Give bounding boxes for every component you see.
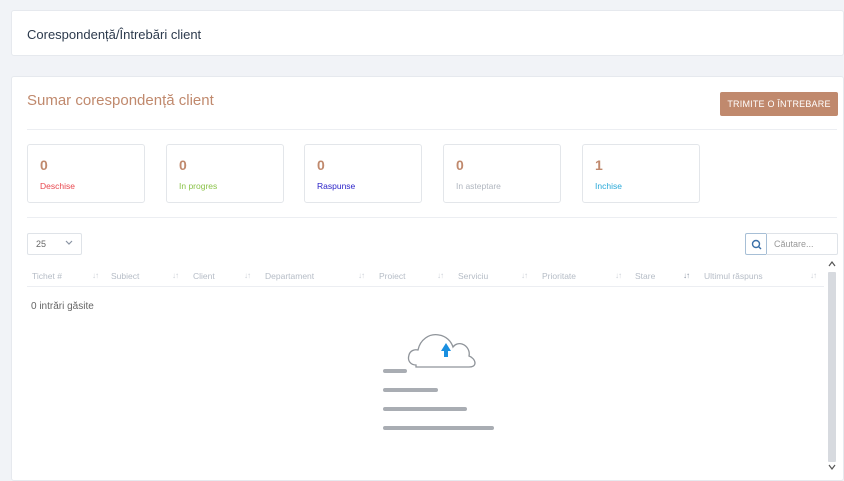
table-scrollbar[interactable] [826,260,838,475]
sort-icon[interactable]: ↓↑ [437,271,444,280]
stat-count: 0 [317,157,325,173]
summary-panel: Sumar corespondență client TRIMITE O ÎNT… [11,76,844,481]
stat-label: Inchise [595,181,622,191]
page-size-value: 25 [36,239,47,249]
page-header: Corespondență/Întrebări client [11,10,844,56]
sort-icon[interactable]: ↓↑ [358,271,365,280]
sort-icon-active[interactable]: ↓↑ [683,271,690,280]
stat-waiting[interactable]: 0 In asteptare [443,144,561,203]
column-subject[interactable]: Subiect [111,271,139,281]
sort-icon[interactable]: ↓↑ [615,271,622,280]
search-input[interactable]: Căutare... [766,233,838,255]
column-last-reply[interactable]: Ultimul răspuns [704,271,763,281]
column-client[interactable]: Client [193,271,215,281]
column-status[interactable]: Stare [635,271,655,281]
stat-label: In asteptare [456,181,501,191]
chevron-down-icon [65,238,73,248]
stat-label: In progres [179,181,218,191]
divider [27,217,837,218]
stat-open[interactable]: 0 Deschise [27,144,145,203]
stat-count: 0 [179,157,187,173]
sort-icon[interactable]: ↓↑ [810,271,817,280]
stat-label: Raspunse [317,181,356,191]
stat-in-progress[interactable]: 0 In progres [166,144,284,203]
summary-title: Sumar corespondență client [27,92,214,109]
chevron-up-icon[interactable] [826,260,838,270]
column-service[interactable]: Serviciu [458,271,488,281]
sort-icon[interactable]: ↓↑ [244,271,251,280]
ask-question-button[interactable]: TRIMITE O ÎNTREBARE [720,92,838,116]
stat-label: Deschise [40,181,75,191]
search-icon [751,239,762,250]
stat-answered[interactable]: 0 Raspunse [304,144,422,203]
column-project[interactable]: Proiect [379,271,405,281]
sort-icon[interactable]: ↓↑ [92,271,99,280]
column-department[interactable]: Departament [265,271,314,281]
stat-count: 0 [40,157,48,173]
sort-icon[interactable]: ↓↑ [521,271,528,280]
page-title: Corespondență/Întrebări client [27,27,202,42]
page-size-select[interactable]: 25 [27,233,82,255]
chevron-down-icon[interactable] [826,463,838,473]
column-priority[interactable]: Prioritate [542,271,576,281]
search-button[interactable] [745,233,767,255]
column-ticket[interactable]: Tichet # [32,271,62,281]
stat-closed[interactable]: 1 Inchise [582,144,700,203]
sort-icon[interactable]: ↓↑ [172,271,179,280]
cloud-upload-icon [383,334,494,430]
divider [27,286,824,287]
stat-count: 0 [456,157,464,173]
stat-count: 1 [595,157,603,173]
empty-message: 0 intrări găsite [31,301,94,312]
scroll-thumb[interactable] [828,272,836,462]
divider [27,129,837,130]
